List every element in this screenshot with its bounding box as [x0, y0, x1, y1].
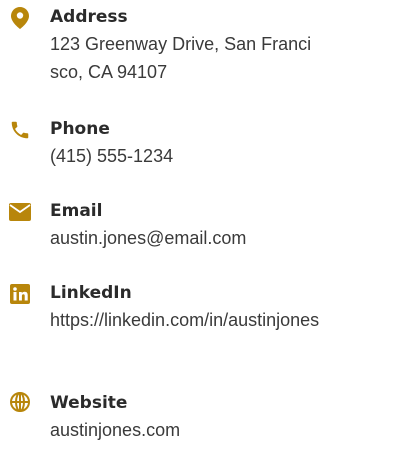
contact-value: austinjones.com — [50, 420, 181, 440]
contact-value: austin.jones@email.com — [50, 228, 247, 248]
globe-icon — [8, 390, 32, 414]
map-pin-icon — [8, 6, 32, 30]
envelope-icon — [8, 200, 32, 224]
contact-label: Email — [50, 201, 103, 221]
contact-label: LinkedIn — [50, 283, 132, 303]
linkedin-icon — [8, 282, 32, 306]
contact-list: Address 123 Greenway Drive, San Francisc… — [0, 0, 406, 454]
contact-value: 123 Greenway Drive, San Francisco, CA 94… — [50, 34, 312, 82]
contact-value: https://linkedin.com/in/austinjones — [50, 310, 320, 330]
phone-icon — [8, 118, 32, 142]
contact-label: Phone — [50, 119, 110, 139]
contact-label: Address — [50, 7, 128, 27]
contact-label: Website — [50, 393, 128, 413]
contact-value: (415) 555-1234 — [50, 146, 174, 166]
